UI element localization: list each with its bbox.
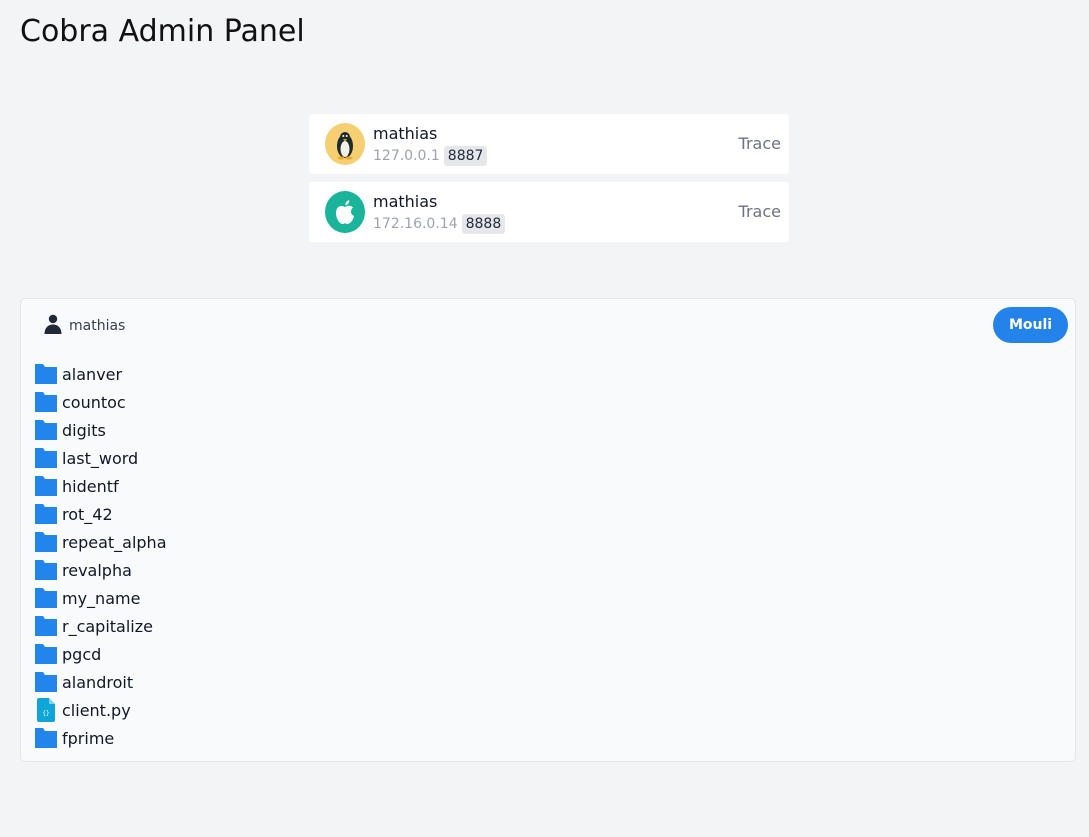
folder-item[interactable]: pgcd — [34, 640, 167, 668]
client-address: 127.0.0.1 8887 — [373, 146, 488, 166]
file-name: client.py — [62, 700, 131, 720]
file-name: repeat_alpha — [62, 532, 167, 552]
client-username: mathias — [373, 124, 438, 143]
folder-icon — [34, 558, 58, 582]
file-list: alanver countoc digits last_word hidentf… — [34, 360, 167, 752]
folder-item[interactable]: hidentf — [34, 472, 167, 500]
folder-item[interactable]: last_word — [34, 444, 167, 472]
folder-icon — [34, 614, 58, 638]
client-address: 172.16.0.14 8888 — [373, 214, 506, 234]
file-name: fprime — [62, 728, 115, 748]
folder-icon — [34, 446, 58, 470]
folder-icon — [34, 530, 58, 554]
file-name: revalpha — [62, 560, 132, 580]
linux-tux-icon — [325, 123, 365, 165]
page-title: Cobra Admin Panel — [20, 14, 305, 49]
user-icon — [44, 314, 62, 338]
client-ip: 127.0.0.1 — [373, 148, 440, 164]
explorer-user: mathias — [44, 314, 126, 338]
file-name: rot_42 — [62, 504, 113, 524]
folder-icon — [34, 502, 58, 526]
folder-item[interactable]: alanver — [34, 360, 167, 388]
file-name: pgcd — [62, 644, 102, 664]
folder-icon — [34, 726, 58, 750]
trace-button[interactable]: Trace — [739, 114, 781, 174]
folder-icon — [34, 390, 58, 414]
folder-icon — [34, 474, 58, 498]
folder-item[interactable]: alandroit — [34, 668, 167, 696]
code-file-icon: {} — [34, 698, 58, 722]
folder-icon — [34, 362, 58, 386]
folder-item[interactable]: revalpha — [34, 556, 167, 584]
folder-icon — [34, 642, 58, 666]
folder-item[interactable]: rot_42 — [34, 500, 167, 528]
client-username: mathias — [373, 192, 438, 211]
client-list: mathias 127.0.0.1 8887 Trace mathias 172… — [309, 114, 789, 250]
file-name: my_name — [62, 588, 141, 608]
file-name: hidentf — [62, 476, 119, 496]
folder-icon — [34, 586, 58, 610]
folder-icon — [34, 418, 58, 442]
folder-item[interactable]: digits — [34, 416, 167, 444]
client-port-badge: 8888 — [461, 214, 506, 234]
svg-text:{}: {} — [42, 710, 49, 717]
folder-icon — [34, 670, 58, 694]
file-name: last_word — [62, 448, 139, 468]
client-card[interactable]: mathias 127.0.0.1 8887 Trace — [309, 114, 789, 174]
folder-item[interactable]: countoc — [34, 388, 167, 416]
folder-item[interactable]: repeat_alpha — [34, 528, 167, 556]
folder-item[interactable]: fprime — [34, 724, 167, 752]
file-item[interactable]: {} client.py — [34, 696, 167, 724]
folder-item[interactable]: my_name — [34, 584, 167, 612]
file-name: r_capitalize — [62, 616, 153, 636]
apple-icon — [325, 191, 365, 233]
file-explorer: mathias Mouli alanver countoc digits las… — [20, 298, 1076, 762]
folder-item[interactable]: r_capitalize — [34, 612, 167, 640]
file-name: countoc — [62, 392, 126, 412]
client-ip: 172.16.0.14 — [373, 216, 458, 232]
mouli-button[interactable]: Mouli — [993, 307, 1068, 343]
file-name: alandroit — [62, 672, 134, 692]
client-port-badge: 8887 — [443, 146, 488, 166]
client-card[interactable]: mathias 172.16.0.14 8888 Trace — [309, 182, 789, 242]
file-name: digits — [62, 420, 106, 440]
explorer-username: mathias — [69, 318, 126, 334]
file-name: alanver — [62, 364, 123, 384]
trace-button[interactable]: Trace — [739, 182, 781, 242]
